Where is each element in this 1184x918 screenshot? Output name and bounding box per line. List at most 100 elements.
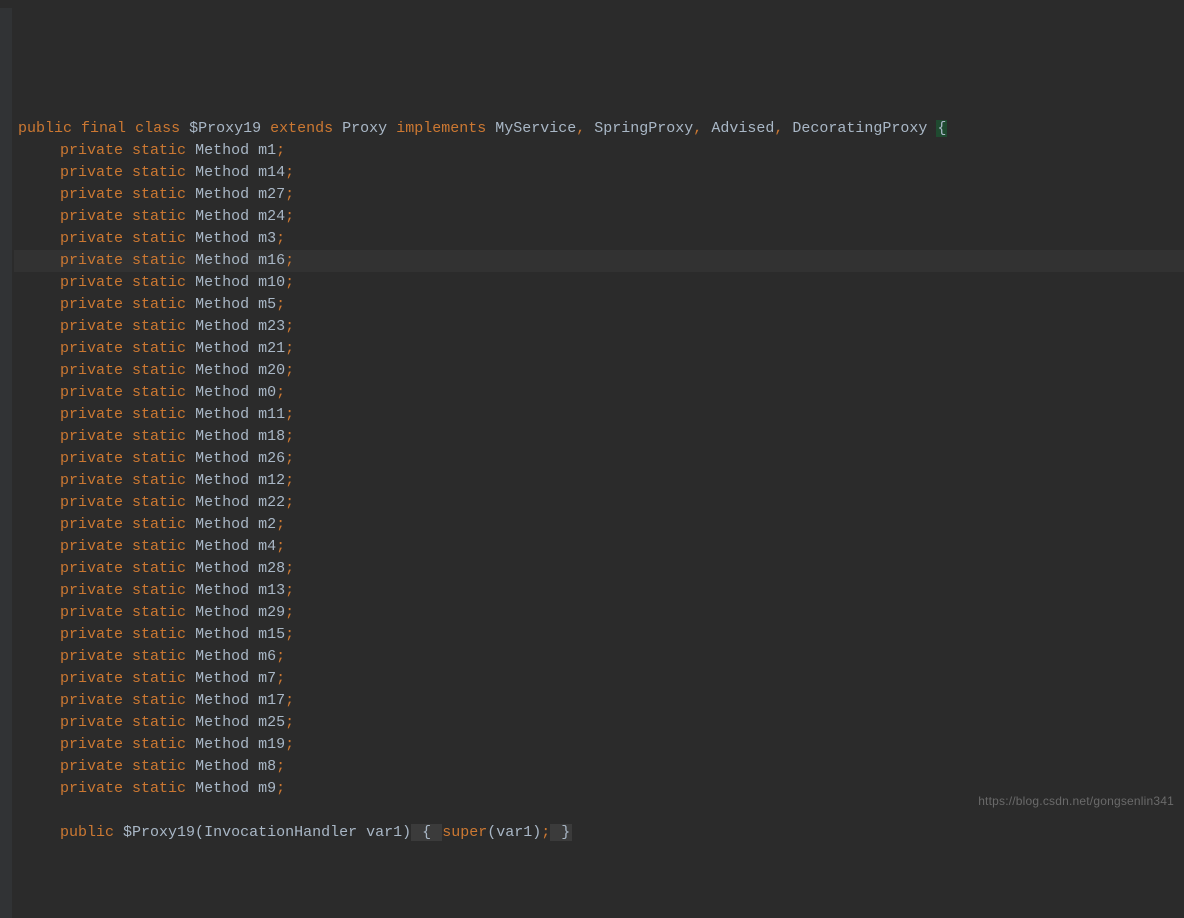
- field-declaration-line: private static Method m21;: [14, 338, 1184, 360]
- field-declaration-line: private static Method m17;: [14, 690, 1184, 712]
- field-type: Method: [195, 164, 249, 181]
- keyword-private: private: [60, 384, 123, 401]
- field-declaration-line: private static Method m26;: [14, 448, 1184, 470]
- field-declaration-line: private static Method m18;: [14, 426, 1184, 448]
- field-name: m15: [258, 626, 285, 643]
- field-type: Method: [195, 296, 249, 313]
- field-type: Method: [195, 648, 249, 665]
- semicolon: ;: [285, 582, 294, 599]
- field-type: Method: [195, 626, 249, 643]
- semicolon: ;: [285, 362, 294, 379]
- field-name: m9: [258, 780, 276, 797]
- semicolon: ;: [276, 648, 285, 665]
- keyword-private: private: [60, 582, 123, 599]
- field-name: m20: [258, 362, 285, 379]
- semicolon: ;: [285, 714, 294, 731]
- keyword-static: static: [132, 406, 186, 423]
- field-name: m7: [258, 670, 276, 687]
- field-declaration-line: private static Method m23;: [14, 316, 1184, 338]
- keyword-final: final: [81, 120, 126, 137]
- keyword-private: private: [60, 274, 123, 291]
- keyword-private: private: [60, 516, 123, 533]
- keyword-static: static: [132, 670, 186, 687]
- keyword-private: private: [60, 428, 123, 445]
- semicolon: ;: [285, 604, 294, 621]
- keyword-static: static: [132, 296, 186, 313]
- keyword-static: static: [132, 252, 186, 269]
- param-name: var1: [366, 824, 402, 841]
- field-name: m10: [258, 274, 285, 291]
- keyword-implements: implements: [396, 120, 486, 137]
- keyword-private: private: [60, 296, 123, 313]
- fields-container: private static Method m1;private static …: [14, 140, 1184, 800]
- field-declaration-line: private static Method m28;: [14, 558, 1184, 580]
- field-name: m12: [258, 472, 285, 489]
- semicolon: ;: [285, 252, 294, 269]
- semicolon: ;: [285, 736, 294, 753]
- comma: ,: [774, 120, 783, 137]
- field-type: Method: [195, 494, 249, 511]
- keyword-static: static: [132, 780, 186, 797]
- field-type: Method: [195, 186, 249, 203]
- keyword-private: private: [60, 692, 123, 709]
- field-declaration-line: private static Method m2;: [14, 514, 1184, 536]
- code-area[interactable]: public final class $Proxy19 extends Prox…: [0, 74, 1184, 888]
- keyword-private: private: [60, 494, 123, 511]
- field-name: m26: [258, 450, 285, 467]
- field-type: Method: [195, 736, 249, 753]
- semicolon: ;: [276, 780, 285, 797]
- semicolon: ;: [285, 494, 294, 511]
- keyword-static: static: [132, 208, 186, 225]
- keyword-private: private: [60, 186, 123, 203]
- semicolon: ;: [285, 406, 294, 423]
- comma: ,: [693, 120, 702, 137]
- field-declaration-line: private static Method m5;: [14, 294, 1184, 316]
- semicolon: ;: [285, 472, 294, 489]
- keyword-private: private: [60, 164, 123, 181]
- semicolon: ;: [285, 450, 294, 467]
- field-name: m6: [258, 648, 276, 665]
- keyword-static: static: [132, 560, 186, 577]
- semicolon: ;: [276, 758, 285, 775]
- field-type: Method: [195, 450, 249, 467]
- keyword-private: private: [60, 142, 123, 159]
- param-type: InvocationHandler: [204, 824, 357, 841]
- keyword-static: static: [132, 692, 186, 709]
- field-declaration-line: private static Method m27;: [14, 184, 1184, 206]
- semicolon: ;: [276, 230, 285, 247]
- field-name: m13: [258, 582, 285, 599]
- field-type: Method: [195, 362, 249, 379]
- field-type: Method: [195, 604, 249, 621]
- field-name: m18: [258, 428, 285, 445]
- ctor-close-bg: }: [550, 824, 572, 841]
- field-type: Method: [195, 274, 249, 291]
- field-name: m22: [258, 494, 285, 511]
- keyword-public: public: [18, 120, 72, 137]
- field-name: m5: [258, 296, 276, 313]
- iface-2: SpringProxy: [594, 120, 693, 137]
- semicolon: ;: [541, 824, 550, 841]
- editor-gutter: [0, 8, 12, 918]
- field-type: Method: [195, 516, 249, 533]
- field-declaration-line: private static Method m14;: [14, 162, 1184, 184]
- keyword-static: static: [132, 516, 186, 533]
- keyword-static: static: [132, 318, 186, 335]
- code-editor[interactable]: public final class $Proxy19 extends Prox…: [0, 0, 1184, 910]
- keyword-private: private: [60, 560, 123, 577]
- field-name: m24: [258, 208, 285, 225]
- keyword-private: private: [60, 648, 123, 665]
- keyword-extends: extends: [270, 120, 333, 137]
- field-declaration-line: private static Method m12;: [14, 470, 1184, 492]
- field-type: Method: [195, 670, 249, 687]
- keyword-private: private: [60, 472, 123, 489]
- field-declaration-line: private static Method m15;: [14, 624, 1184, 646]
- field-type: Method: [195, 428, 249, 445]
- class-declaration-line: public final class $Proxy19 extends Prox…: [14, 118, 1184, 140]
- field-declaration-line: private static Method m16;: [14, 250, 1184, 272]
- field-declaration-line: private static Method m22;: [14, 492, 1184, 514]
- comma: ,: [576, 120, 585, 137]
- keyword-private: private: [60, 714, 123, 731]
- field-type: Method: [195, 692, 249, 709]
- field-declaration-line: private static Method m3;: [14, 228, 1184, 250]
- constructor-line: public $Proxy19(InvocationHandler var1) …: [14, 822, 1184, 844]
